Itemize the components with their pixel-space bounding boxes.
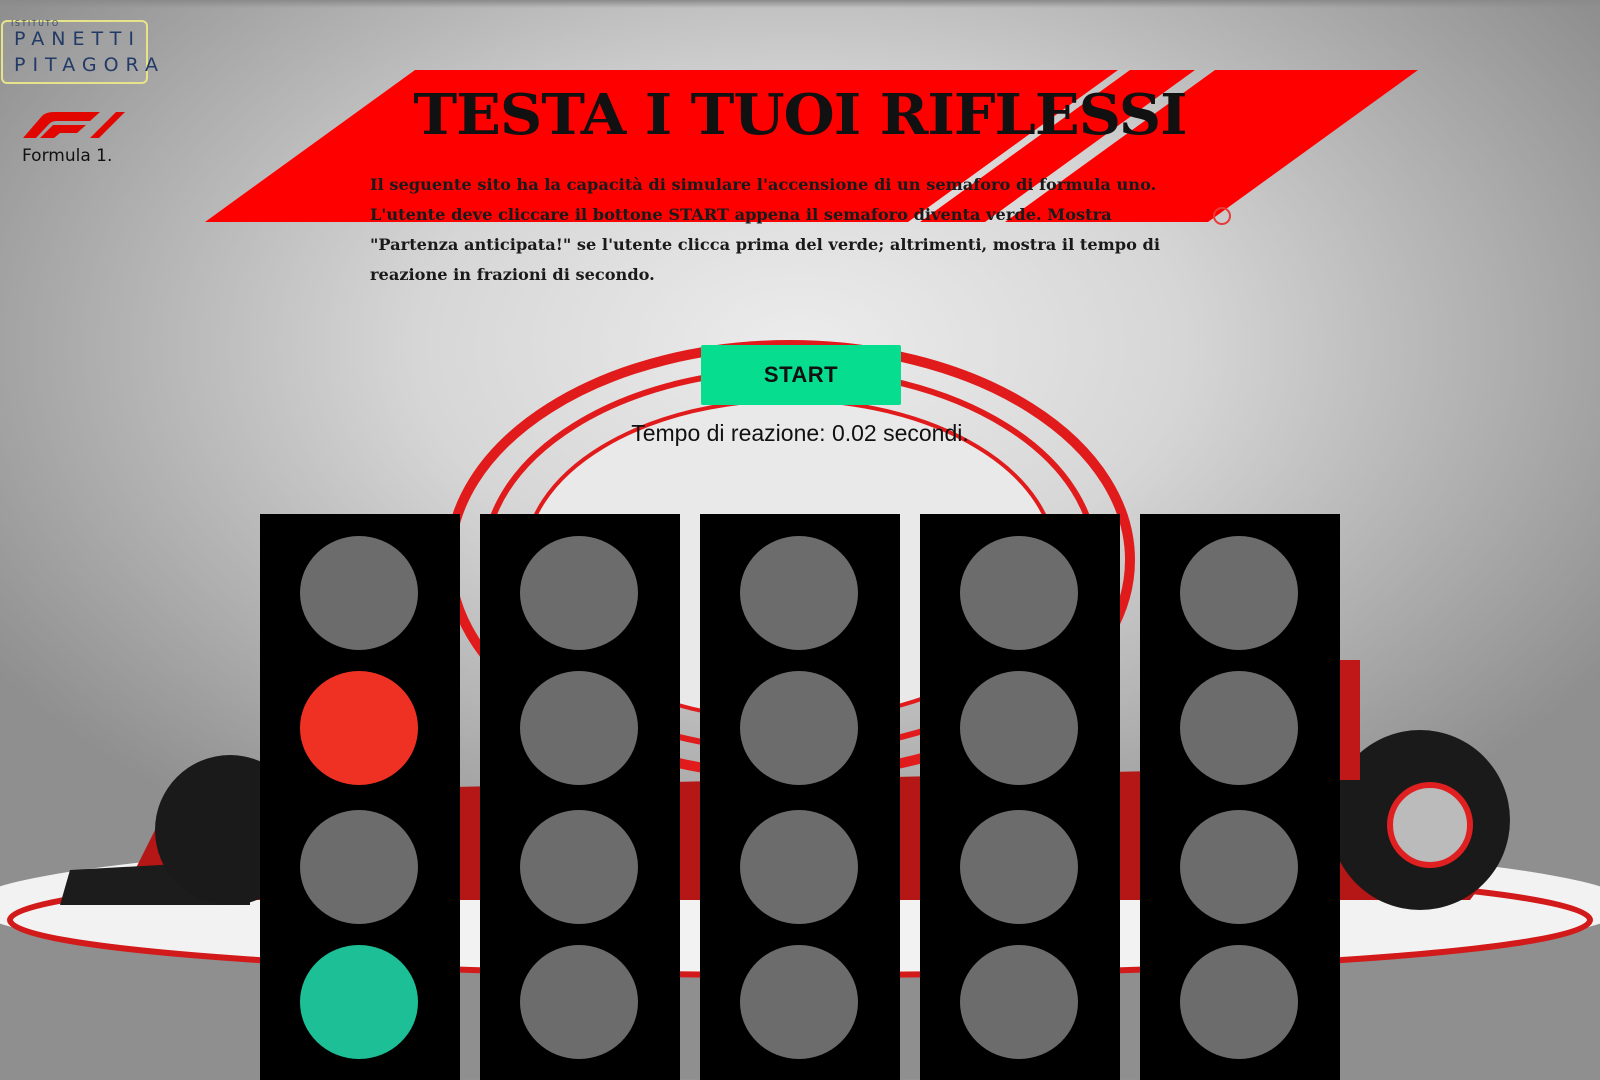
lamp-off	[960, 536, 1078, 650]
car-rear-rim	[1387, 782, 1473, 868]
lamp-off	[960, 810, 1078, 924]
lamp-green	[300, 945, 418, 1059]
lamp-red	[300, 671, 418, 785]
traffic-light-panel-3	[700, 514, 900, 1080]
lamp-off	[740, 536, 858, 650]
reaction-time-text: Tempo di reazione: 0.02 secondi.	[631, 420, 969, 446]
lamp-off	[960, 671, 1078, 785]
traffic-light-panel-5	[1140, 514, 1340, 1080]
traffic-light-panel-1	[260, 514, 460, 1080]
lamp-off	[1180, 810, 1298, 924]
page-title: TESTA I TUOI RIFLESSI	[413, 82, 1187, 148]
formula1-logo-text: Formula 1.	[22, 146, 113, 166]
lamp-off	[520, 671, 638, 785]
lamp-off	[960, 945, 1078, 1059]
lamp-off	[740, 945, 858, 1059]
start-button[interactable]: START	[701, 345, 901, 405]
lamp-off	[740, 810, 858, 924]
traffic-light-panel-4	[920, 514, 1120, 1080]
school-logo-line1: PANETTI	[14, 28, 141, 50]
lamp-off	[1180, 536, 1298, 650]
school-logo: ISTITUTO PANETTI PITAGORA	[1, 19, 158, 84]
school-logo-line2: PITAGORA	[14, 54, 165, 76]
lamp-off	[520, 810, 638, 924]
lamp-off	[520, 536, 638, 650]
school-logo-small-text: ISTITUTO	[11, 19, 60, 28]
lamp-off	[520, 945, 638, 1059]
lamp-off	[1180, 671, 1298, 785]
page-description: Il seguente sito ha la capacità di simul…	[370, 175, 1160, 284]
traffic-light-panel-2	[480, 514, 680, 1080]
lamp-off	[300, 810, 418, 924]
lamp-off	[740, 671, 858, 785]
lamp-off	[1180, 945, 1298, 1059]
lamp-off	[300, 536, 418, 650]
